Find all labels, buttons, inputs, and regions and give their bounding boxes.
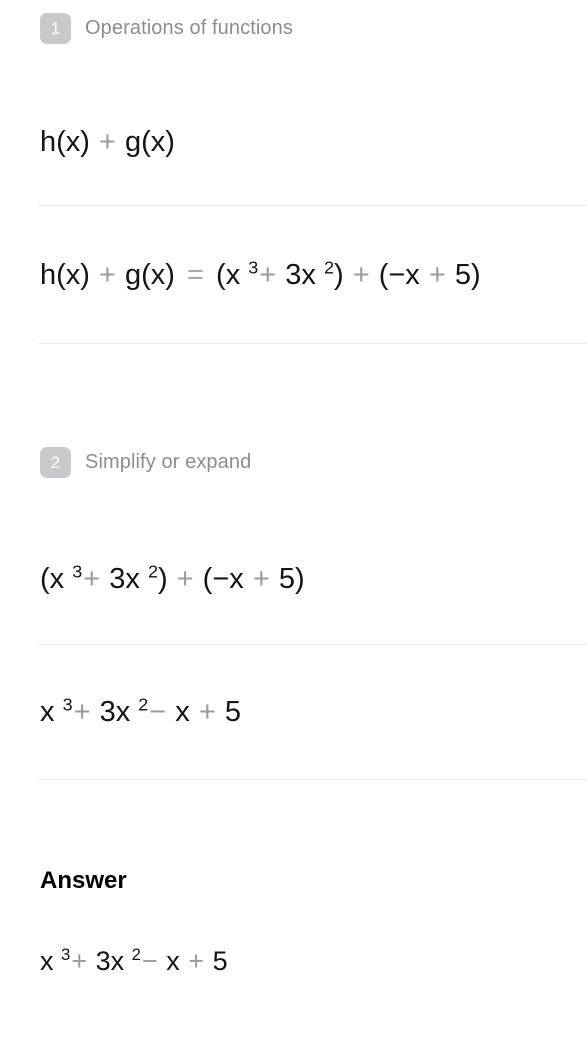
divider-3 <box>38 644 587 645</box>
math-operator: + <box>259 259 277 291</box>
exponent: 2 <box>147 561 158 582</box>
math-term: 3x <box>99 696 131 728</box>
step-header-1: 1 Operations of functions <box>40 13 293 44</box>
exponent: 3 <box>72 561 83 582</box>
math-term: x <box>175 696 190 728</box>
divider-4 <box>38 779 587 780</box>
math-operator: + <box>176 563 194 595</box>
math-term: g(x) <box>125 259 175 291</box>
math-operator: + <box>71 946 88 976</box>
math-operator: + <box>252 563 270 595</box>
math-term: 5) <box>278 563 305 595</box>
math-term: (x <box>216 259 241 291</box>
step-header-2: 2 Simplify or expand <box>40 447 251 478</box>
expression-step1-line1: h(x) + g(x) <box>40 128 175 157</box>
math-operator: + <box>99 259 116 291</box>
math-term: x <box>166 946 180 976</box>
expression-step1-line2: h(x) + g(x) = (x 3+ 3x 2) + (−x + 5) <box>40 258 481 291</box>
solution-steps-panel: 1 Operations of functions h(x) + g(x) h(… <box>0 0 587 1047</box>
math-operator: + <box>428 259 446 291</box>
math-term: x <box>40 696 55 728</box>
step-title-2: Simplify or expand <box>85 451 252 473</box>
math-term: x <box>40 946 54 976</box>
math-operator: + <box>99 126 116 158</box>
math-operator: + <box>83 563 101 595</box>
math-term: 5) <box>454 259 481 291</box>
math-term: (x <box>40 563 65 595</box>
math-term: ) <box>333 259 344 291</box>
exponent: 2 <box>138 694 149 715</box>
step-badge-1: 1 <box>40 13 71 44</box>
step-title-1: Operations of functions <box>85 17 293 39</box>
math-term: 3x <box>285 259 316 291</box>
math-operator: − <box>149 696 167 728</box>
answer-heading: Answer <box>40 867 127 894</box>
math-term: 3x <box>109 563 140 595</box>
equals-sign: = <box>187 259 204 291</box>
exponent: 3 <box>61 945 71 964</box>
divider-1 <box>38 205 587 206</box>
exponent: 2 <box>323 257 334 278</box>
exponent: 3 <box>248 257 259 278</box>
expression-step2-line1: (x 3+ 3x 2) + (−x + 5) <box>40 562 305 595</box>
math-operator: + <box>73 696 91 728</box>
math-operator: − <box>141 946 158 976</box>
math-term: (−x <box>378 259 420 291</box>
exponent: 3 <box>62 694 73 715</box>
math-term: 5 <box>224 696 241 728</box>
expression-step2-line2: x 3+ 3x 2− x + 5 <box>40 695 241 728</box>
step-badge-2: 2 <box>40 447 71 478</box>
math-operator: + <box>188 946 205 976</box>
math-operator: + <box>198 696 216 728</box>
answer-expression: x 3+ 3x 2− x + 5 <box>40 945 228 976</box>
math-term: 5 <box>212 946 228 976</box>
math-term: (−x <box>202 563 244 595</box>
exponent: 2 <box>131 945 141 964</box>
math-term: g(x) <box>125 126 175 158</box>
math-term: h(x) <box>40 259 90 291</box>
math-term: h(x) <box>40 126 90 158</box>
math-term: ) <box>157 563 168 595</box>
divider-2 <box>38 343 587 344</box>
math-operator: + <box>352 259 370 291</box>
math-term: 3x <box>95 946 125 976</box>
